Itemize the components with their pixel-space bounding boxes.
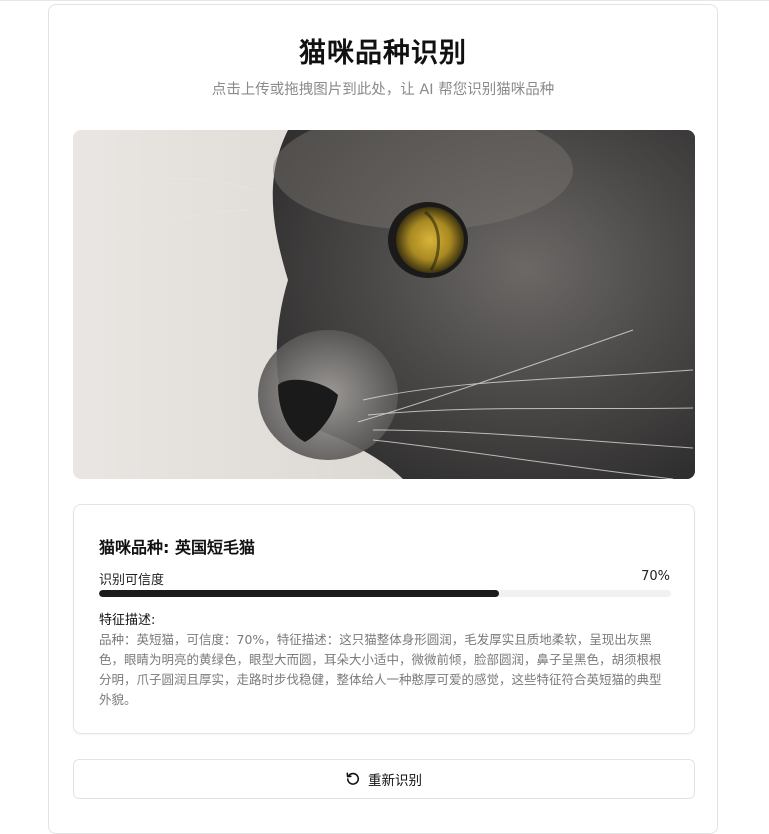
page-title: 猫咪品种识别: [299, 38, 467, 69]
features-title: 特征描述:: [99, 613, 156, 628]
retry-button[interactable]: 重新识别: [73, 759, 695, 799]
retry-label: 重新识别: [368, 773, 422, 788]
top-divider: [0, 0, 769, 1]
confidence-bar-fill: [99, 590, 500, 597]
confidence-value: 70%: [641, 569, 670, 584]
result-panel: 猫咪品种: 英国短毛猫 识别可信度 70% 特征描述: 品种：英短猫，可信度：7…: [73, 504, 695, 734]
upload-hint[interactable]: 点击上传或拖拽图片到此处，让 AI 帮您识别猫咪品种: [49, 78, 717, 99]
features-description: 品种：英短猫，可信度：70%，特征描述：这只猫整体身形圆润，毛发厚实且质地柔软，…: [99, 632, 662, 707]
cat-photo[interactable]: [73, 130, 695, 479]
confidence-bar: [99, 590, 671, 597]
confidence-label: 识别可信度: [99, 573, 165, 588]
recognition-card: 猫咪品种识别 点击上传或拖拽图片到此处，让 AI 帮您识别猫咪品种 猫咪品种: …: [48, 4, 718, 834]
breed-result: 猫咪品种: 英国短毛猫: [99, 538, 255, 557]
refresh-icon: [346, 772, 360, 786]
